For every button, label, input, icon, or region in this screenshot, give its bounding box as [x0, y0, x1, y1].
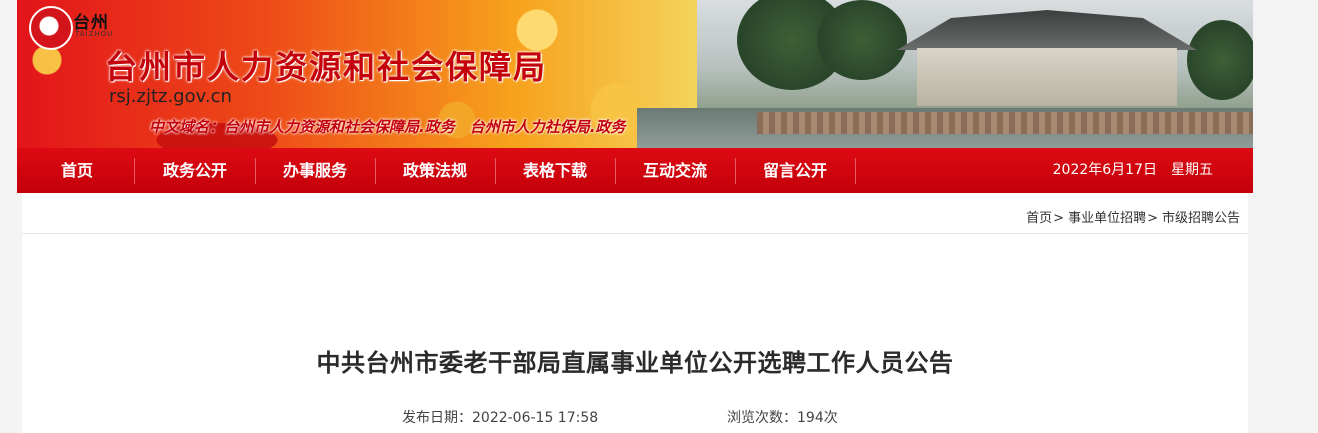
breadcrumb-separator: > [1053, 211, 1065, 226]
breadcrumb-home[interactable]: 首页 [1026, 211, 1052, 226]
breadcrumb-divider [22, 233, 1248, 234]
publish-date-value: 2022-06-15 17:58 [472, 410, 599, 426]
nav-divider [255, 158, 256, 184]
nav-divider [855, 158, 856, 184]
view-count-value: 194次 [797, 410, 838, 426]
site-domain: rsj.zjtz.gov.cn [109, 86, 232, 107]
banner-tree [1187, 20, 1253, 100]
breadcrumb: 首页> 事业单位招聘> 市级招聘公告 [1026, 207, 1240, 226]
banner-temple-hall [917, 48, 1177, 106]
banner-tree [817, 0, 907, 80]
nav-item-interaction[interactable]: 互动交流 [625, 148, 725, 193]
content-panel: 首页> 事业单位招聘> 市级招聘公告 中共台州市委老干部局直属事业单位公开选聘工作人… [22, 193, 1248, 433]
view-count-label: 浏览次数： [727, 410, 797, 426]
logo-subtext: TAIZHOU [75, 30, 114, 38]
weekday-text: 星期五 [1171, 162, 1213, 178]
breadcrumb-recruitment[interactable]: 事业单位招聘 [1068, 211, 1146, 226]
nav-divider [134, 158, 135, 184]
nav-divider [495, 158, 496, 184]
nav-divider [375, 158, 376, 184]
page: 台州 TAIZHOU 台州市人力资源和社会保障局 rsj.zjtz.gov.cn… [0, 0, 1318, 433]
publish-date-label: 发布日期： [402, 410, 472, 426]
nav-item-home[interactable]: 首页 [37, 148, 117, 193]
site-title: 台州市人力资源和社会保障局 [105, 48, 548, 86]
date-text: 2022年6月17日 [1052, 162, 1157, 178]
nav-divider [735, 158, 736, 184]
main-nav: 首页 政务公开 办事服务 政策法规 表格下载 互动交流 留言公开 2022年6月… [17, 148, 1253, 193]
nav-item-downloads[interactable]: 表格下载 [505, 148, 605, 193]
header-banner: 台州 TAIZHOU 台州市人力资源和社会保障局 rsj.zjtz.gov.cn… [17, 0, 1253, 148]
nav-divider [615, 158, 616, 184]
nav-item-policies[interactable]: 政策法规 [385, 148, 485, 193]
article-title: 中共台州市委老干部局直属事业单位公开选聘工作人员公告 [316, 349, 954, 377]
view-count: 浏览次数：194次 [727, 407, 838, 427]
nav-item-gov-affairs[interactable]: 政务公开 [145, 148, 245, 193]
site-container: 台州 TAIZHOU 台州市人力资源和社会保障局 rsj.zjtz.gov.cn… [17, 0, 1253, 433]
nav-item-services[interactable]: 办事服务 [265, 148, 365, 193]
chinese-domain-names: 中文域名：台州市人力资源和社会保障局.政务 台州市人力社保局.政务 [149, 118, 626, 136]
publish-date: 发布日期：2022-06-15 17:58 [402, 407, 598, 427]
nav-item-messages[interactable]: 留言公开 [745, 148, 845, 193]
breadcrumb-city-announcements[interactable]: 市级招聘公告 [1162, 211, 1240, 226]
taizhou-logo-icon[interactable] [29, 6, 73, 50]
current-date: 2022年6月17日 星期五 [1039, 148, 1213, 193]
banner-bridge [757, 112, 1253, 134]
breadcrumb-separator: > [1147, 211, 1158, 226]
